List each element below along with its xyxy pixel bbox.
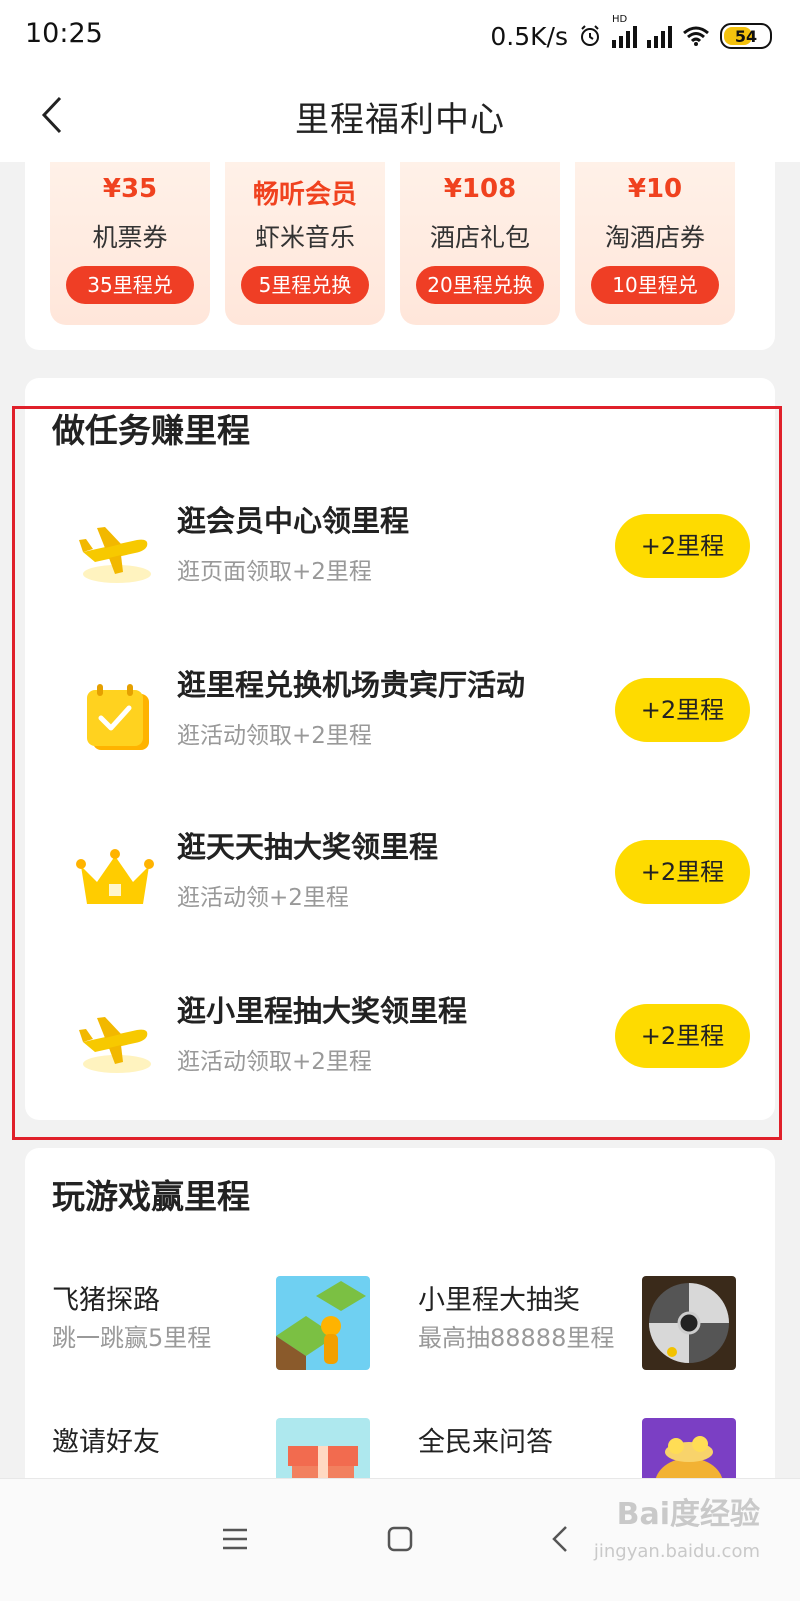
signal-icon: [612, 24, 637, 48]
game-section: 玩游戏赢里程 飞猪探路 跳一跳赢5里程 小里程大抽奖 最高抽88888里程 邀请…: [25, 1148, 775, 1518]
redeem-button[interactable]: 10里程兑: [591, 266, 719, 304]
battery-level: 54: [734, 26, 758, 46]
coupon-card[interactable]: ¥108 酒店礼包 20里程兑换: [400, 162, 560, 325]
coupon-card[interactable]: 畅听会员 虾米音乐 5里程兑换: [225, 162, 385, 325]
system-back-button[interactable]: [530, 1509, 590, 1569]
status-bar: 10:25 0.5K/s HD 54: [0, 0, 800, 70]
coupon-name: 酒店礼包: [429, 223, 530, 252]
system-navigation-bar: Bai度经验 jingyan.baidu.com: [0, 1478, 800, 1601]
watermark-url: jingyan.baidu.com: [593, 1541, 760, 1562]
alarm-icon: [581, 25, 599, 46]
game-section-title: 玩游戏赢里程: [52, 1177, 250, 1216]
game-subtitle: 跳一跳赢5里程: [52, 1324, 212, 1352]
page-title: 里程福利中心: [295, 100, 505, 140]
coupon-value: ¥10: [627, 174, 683, 204]
lucky-wheel-icon: [642, 1276, 736, 1370]
coupon-name: 淘酒店券: [604, 223, 705, 252]
nav-header: 里程福利中心: [0, 70, 800, 162]
game-item[interactable]: 小里程大抽奖 最高抽88888里程: [418, 1276, 758, 1376]
coupon-value: 畅听会员: [252, 180, 357, 210]
game-name: 飞猪探路: [52, 1285, 160, 1316]
coupon-value: ¥35: [102, 174, 158, 204]
hd-label: HD: [612, 14, 628, 25]
battery-icon: 54: [720, 23, 772, 49]
redeem-button[interactable]: 20里程兑换: [416, 266, 544, 304]
redeem-button[interactable]: 5里程兑换: [241, 266, 369, 304]
signal-icon-2: [647, 24, 672, 48]
game-name: 小里程大抽奖: [418, 1285, 580, 1316]
coupon-name: 机票券: [92, 223, 168, 252]
menu-button[interactable]: [205, 1509, 265, 1569]
game-item[interactable]: 飞猪探路 跳一跳赢5里程: [52, 1276, 392, 1376]
menu-icon: [223, 1528, 247, 1550]
game-subtitle: 最高抽88888里程: [418, 1324, 615, 1352]
exchange-section: ¥35 机票券 35里程兑 畅听会员 虾米音乐 5里程兑换 ¥108 酒店礼包 …: [25, 162, 775, 350]
annotation-highlight-box: [12, 406, 782, 1140]
status-indicators: 0.5K/s HD 54: [490, 14, 772, 54]
jump-game-icon: [276, 1276, 370, 1370]
back-triangle-icon: [552, 1526, 567, 1552]
network-speed: 0.5K/s: [490, 21, 568, 51]
status-time: 10:25: [25, 18, 103, 49]
watermark: Bai度经验: [616, 1497, 760, 1532]
coupon-card[interactable]: ¥10 淘酒店券 10里程兑: [575, 162, 735, 325]
game-name: 邀请好友: [52, 1427, 160, 1458]
game-name: 全民来问答: [418, 1427, 553, 1458]
home-button[interactable]: [370, 1509, 430, 1569]
coupon-value: ¥108: [443, 174, 517, 204]
square-home-icon: [387, 1526, 413, 1552]
coupon-name: 虾米音乐: [254, 223, 355, 252]
wifi-icon: [683, 26, 709, 46]
redeem-button[interactable]: 35里程兑: [66, 266, 194, 304]
coupon-card[interactable]: ¥35 机票券 35里程兑: [50, 162, 210, 325]
